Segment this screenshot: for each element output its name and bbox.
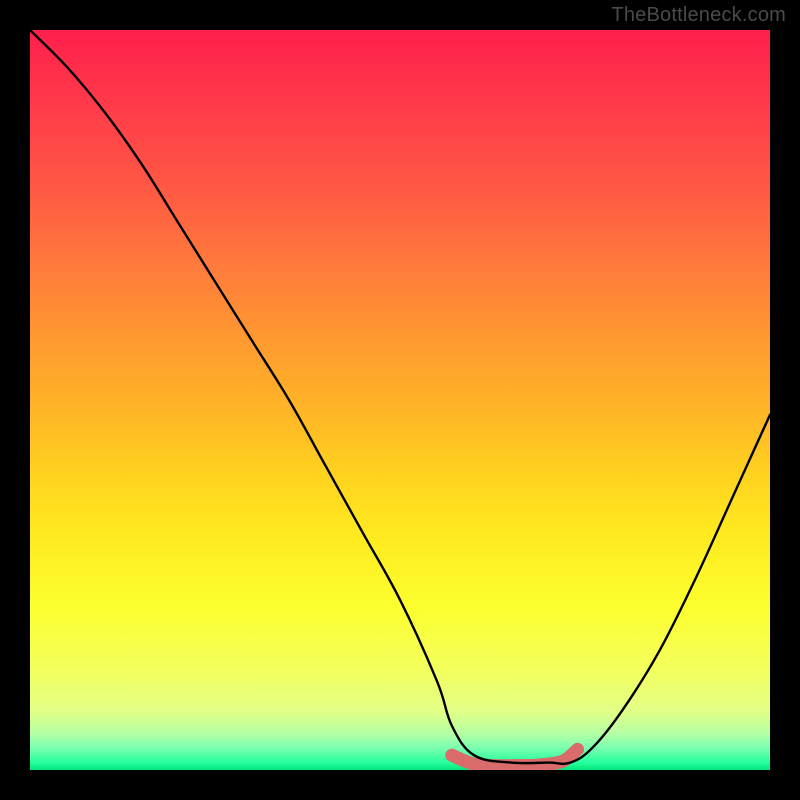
plot-area	[30, 30, 770, 770]
curve-layer	[30, 30, 770, 770]
watermark-text: TheBottleneck.com	[611, 4, 786, 27]
bottleneck-curve-path	[30, 30, 770, 764]
highlight-start-dot	[446, 749, 458, 761]
chart-frame: TheBottleneck.com	[0, 0, 800, 800]
